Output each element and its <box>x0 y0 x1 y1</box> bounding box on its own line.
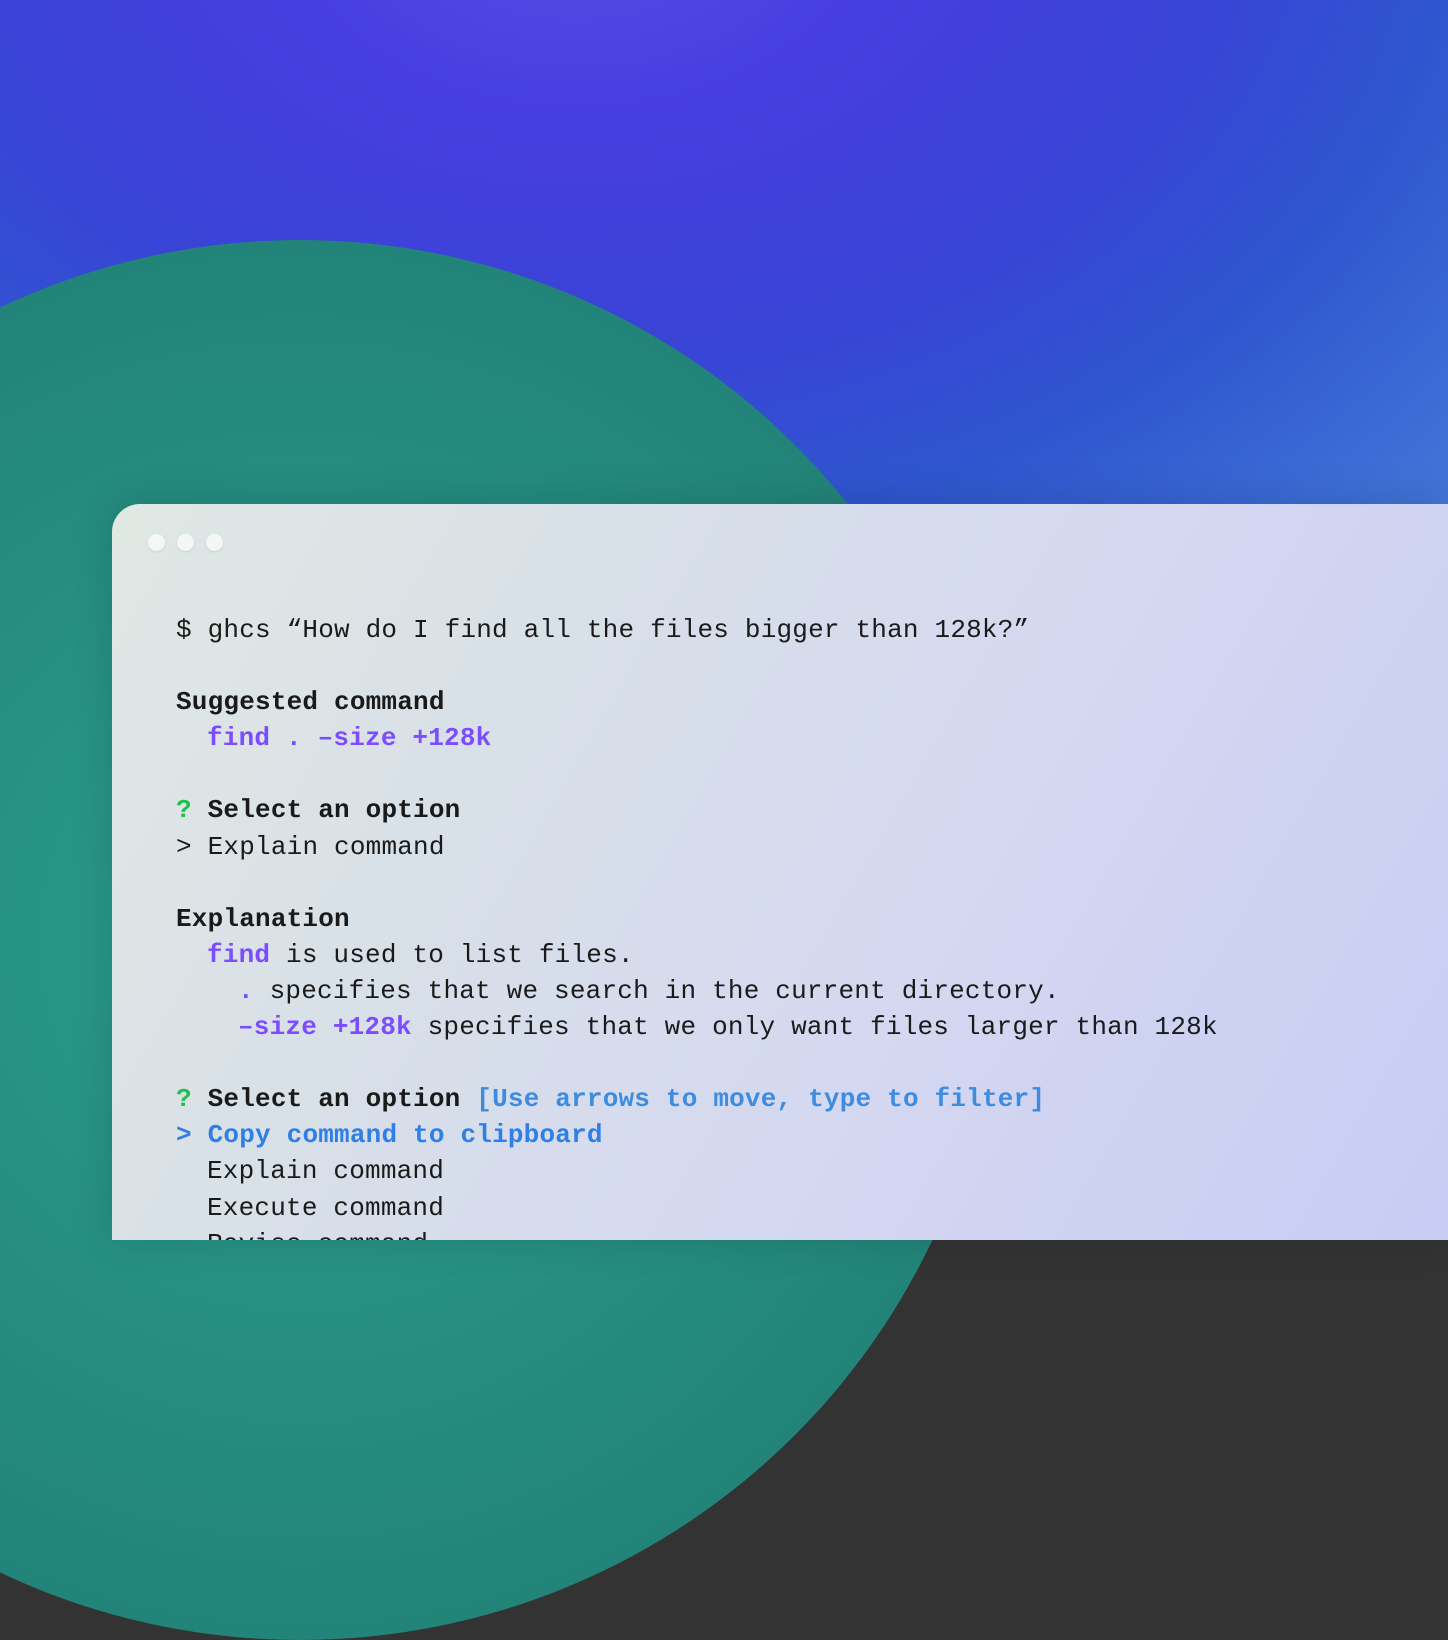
select-prompt-1: ? Select an option <box>176 792 1408 828</box>
terminal-body[interactable]: $ ghcs “How do I find all the files bigg… <box>176 612 1408 1240</box>
cursor-indicator: > <box>176 832 192 862</box>
token-size: –size +128k <box>238 1012 412 1042</box>
explanation-text: specifies that we search in the current … <box>254 976 1060 1006</box>
token-dot: . <box>238 976 254 1006</box>
select-label: Select an option <box>208 1084 461 1114</box>
option-revise-command[interactable]: Revise command <box>176 1226 1408 1240</box>
select-prompt-2: ? Select an option [Use arrows to move, … <box>176 1081 1408 1117</box>
explanation-text: is used to list files. <box>270 940 633 970</box>
option-label: Explain command <box>207 1156 444 1186</box>
option-execute-command[interactable]: Execute command <box>176 1190 1408 1226</box>
question-mark-icon: ? <box>176 1084 192 1114</box>
explanation-heading: Explanation <box>176 901 1408 937</box>
option-label: Revise command <box>207 1229 428 1240</box>
cursor-indicator: > <box>176 1120 192 1150</box>
option-label-selected: Copy command to clipboard <box>208 1120 603 1150</box>
maximize-icon[interactable] <box>206 534 223 551</box>
token-find: find <box>207 940 270 970</box>
explanation-line-3: –size +128k specifies that we only want … <box>176 1009 1408 1045</box>
explanation-line-1: find is used to list files. <box>176 937 1408 973</box>
close-icon[interactable] <box>148 534 165 551</box>
explanation-text: specifies that we only want files larger… <box>412 1012 1218 1042</box>
option-explain-command: Explain command <box>208 832 445 862</box>
select-hint: [Use arrows to move, type to filter] <box>476 1084 1045 1114</box>
select1-choice[interactable]: > Explain command <box>176 829 1408 865</box>
select-label: Select an option <box>208 795 461 825</box>
option-label: Execute command <box>207 1193 444 1223</box>
explanation-line-2: . specifies that we search in the curren… <box>176 973 1408 1009</box>
prompt-line: $ ghcs “How do I find all the files bigg… <box>176 612 1408 648</box>
suggested-command: find . –size +128k <box>207 723 491 753</box>
window-traffic-lights <box>148 534 223 551</box>
terminal-window: $ ghcs “How do I find all the files bigg… <box>112 504 1448 1240</box>
minimize-icon[interactable] <box>177 534 194 551</box>
option-explain-command[interactable]: Explain command <box>176 1153 1408 1189</box>
suggested-heading: Suggested command <box>176 684 1408 720</box>
option-copy-clipboard[interactable]: > Copy command to clipboard <box>176 1117 1408 1153</box>
question-mark-icon: ? <box>176 795 192 825</box>
